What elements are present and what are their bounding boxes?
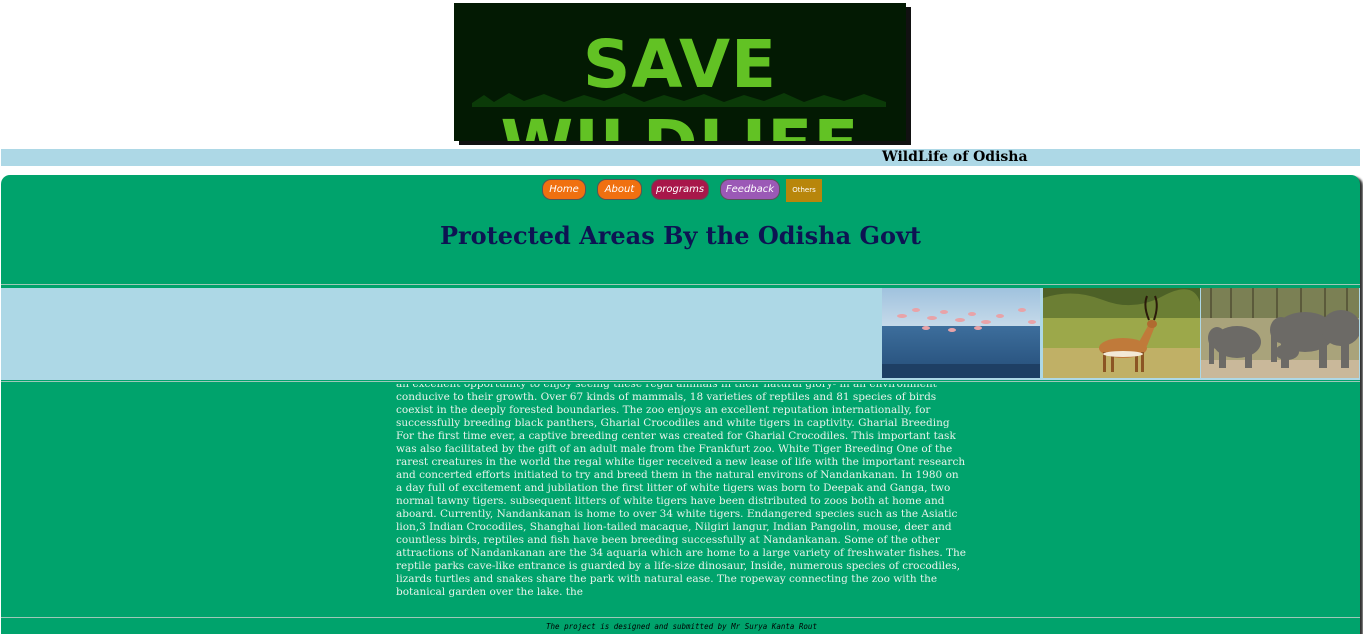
nav-home-button[interactable]: Home [542, 179, 586, 200]
footer-divider [1, 617, 1360, 618]
nav-programs-button[interactable]: programs [651, 179, 709, 200]
flamingo-photo [882, 288, 1040, 378]
banner-image: SAVE WILDLIFE [454, 3, 906, 141]
site-title: WildLife of Odisha [882, 149, 1028, 165]
banner-title: SAVE WILDLIFE [501, 26, 859, 141]
antelope-photo [1043, 288, 1200, 378]
nav-feedback-button[interactable]: Feedback [720, 179, 780, 200]
divider-top [1, 284, 1360, 285]
nav-about-button[interactable]: About [597, 179, 642, 200]
footer-credit: The project is designed and submitted by… [546, 622, 817, 631]
elephant-photo [1201, 288, 1359, 378]
nav-others-button[interactable]: Others [786, 179, 822, 202]
page-title: Protected Areas By the Odisha Govt [439, 221, 922, 250]
image-band [1, 288, 1360, 380]
header-strip: WildLife of Odisha [1, 149, 1360, 166]
banner: SAVE WILDLIFE [454, 3, 912, 145]
article-text-container: an excellent opportunity to enjoy seeing… [396, 384, 966, 612]
article-text: an excellent opportunity to enjoy seeing… [396, 384, 966, 598]
divider-bottom [1, 381, 1360, 382]
